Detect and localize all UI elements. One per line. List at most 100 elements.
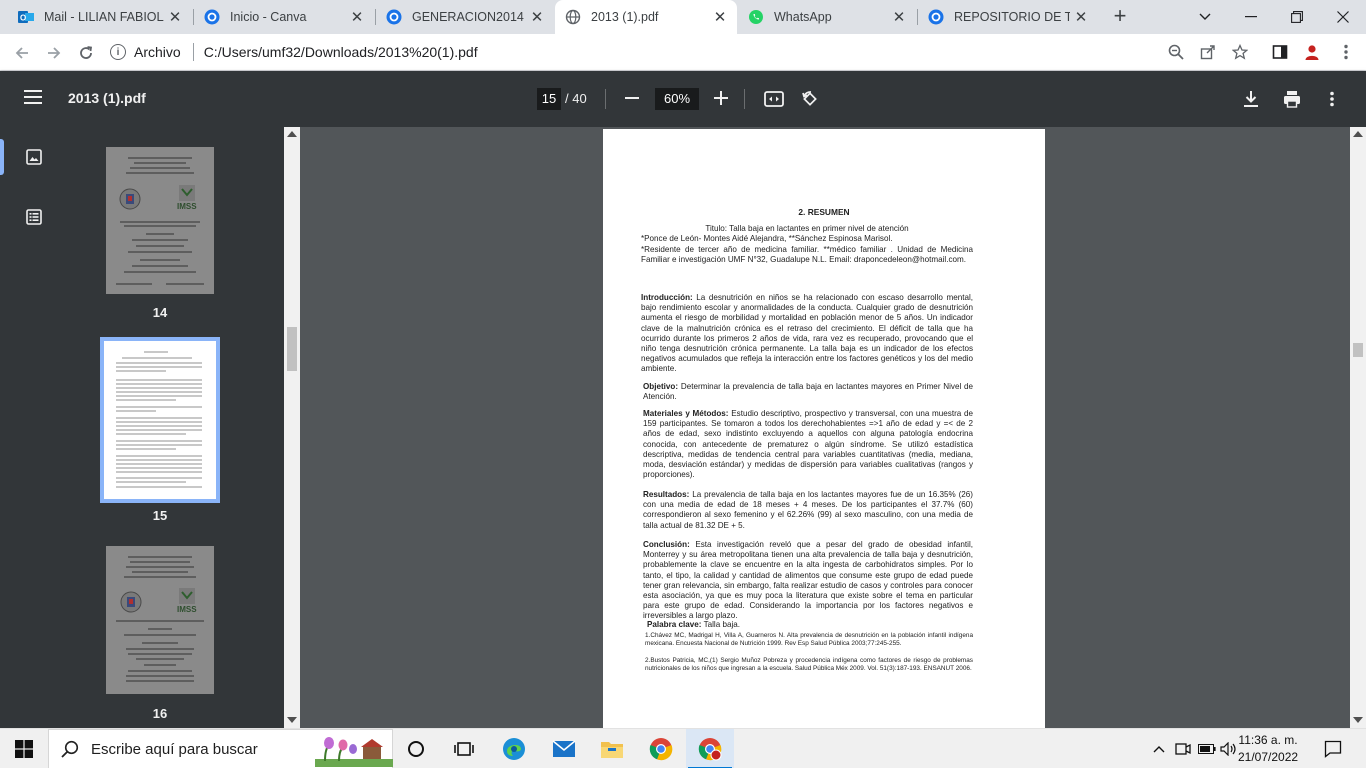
doc-title-line: Titulo: Talla baja en lactantes en prime… xyxy=(705,224,909,233)
zoom-level-input[interactable]: 60% xyxy=(655,88,699,110)
tab-canva-home[interactable]: Inicio - Canva ✕ xyxy=(194,0,374,34)
clock-date: 21/07/2022 xyxy=(1238,750,1299,764)
close-tab-icon[interactable]: ✕ xyxy=(164,8,186,26)
tab-generacion[interactable]: GENERACION2014 Y P ✕ xyxy=(376,0,554,34)
close-tab-icon[interactable]: ✕ xyxy=(526,8,548,26)
doc-affiliation: *Residente de tercer año de medicina fam… xyxy=(641,245,973,265)
more-options-icon[interactable] xyxy=(1322,89,1342,109)
canva-icon xyxy=(386,9,402,25)
tab-mail[interactable]: O Mail - LILIAN FABIOLA ✕ xyxy=(8,0,192,34)
meet-now-icon[interactable] xyxy=(1174,739,1192,759)
url-text[interactable]: C:/Users/umf32/Downloads/2013%20(1).pdf xyxy=(204,44,478,60)
section-label: Introducción: xyxy=(641,293,693,302)
scroll-up-icon[interactable] xyxy=(287,131,297,137)
tab-repositorio[interactable]: REPOSITORIO DE TESI ✕ xyxy=(918,0,1098,34)
system-clock[interactable]: 11:36 a. m. 21/07/2022 xyxy=(1238,732,1298,766)
scroll-down-icon[interactable] xyxy=(287,717,297,723)
mail-icon xyxy=(552,740,576,757)
sidebar-scroll-thumb[interactable] xyxy=(287,327,297,371)
screen: O Mail - LILIAN FABIOLA ✕ Inicio - Canva… xyxy=(0,0,1366,768)
omnibox[interactable]: i Archivo C:/Users/umf32/Downloads/2013%… xyxy=(110,37,1190,67)
mail-app[interactable] xyxy=(540,729,588,768)
plus-icon xyxy=(714,91,728,105)
section-label: Objetivo: xyxy=(643,382,679,391)
page-number-input[interactable]: 15 xyxy=(537,88,561,110)
close-tab-icon[interactable]: ✕ xyxy=(888,8,910,26)
search-icon xyxy=(61,740,79,758)
folder-icon xyxy=(601,742,623,758)
tab-search-button[interactable] xyxy=(1182,0,1228,34)
section-text: La prevalencia de talla baja en los lact… xyxy=(643,490,973,530)
tab-strip: O Mail - LILIAN FABIOLA ✕ Inicio - Canva… xyxy=(0,0,1366,34)
scroll-down-icon[interactable] xyxy=(1353,717,1363,723)
taskbar-search-box[interactable]: Escribe aquí para buscar xyxy=(48,729,393,768)
page-thumbnail-14[interactable]: IMSS xyxy=(106,147,214,294)
windows-logo-icon xyxy=(15,740,33,758)
globe-icon xyxy=(565,9,581,25)
address-bar: i Archivo C:/Users/umf32/Downloads/2013%… xyxy=(0,34,1366,71)
tab-title: REPOSITORIO DE TESI xyxy=(954,10,1070,24)
close-window-button[interactable] xyxy=(1320,0,1366,34)
close-icon xyxy=(1337,11,1349,23)
canva-icon xyxy=(204,9,220,25)
fit-to-page-icon[interactable] xyxy=(764,89,784,109)
browser-menu-icon[interactable] xyxy=(1336,42,1356,62)
download-icon[interactable] xyxy=(1241,89,1261,109)
battery-icon[interactable] xyxy=(1198,739,1216,759)
info-icon[interactable]: i xyxy=(110,44,126,60)
tab-whatsapp[interactable]: WhatsApp ✕ xyxy=(738,0,916,34)
sidebar-scrollbar[interactable] xyxy=(284,127,300,728)
close-tab-icon[interactable]: ✕ xyxy=(709,8,731,26)
tray-overflow-chevron-icon[interactable] xyxy=(1150,739,1168,759)
tab-title: GENERACION2014 Y P xyxy=(412,10,526,24)
doc-authors: *Ponce de León- Montes Aidé Alejandra, *… xyxy=(641,234,893,243)
volume-icon[interactable] xyxy=(1220,739,1238,759)
share-icon[interactable] xyxy=(1198,42,1218,62)
forward-button[interactable] xyxy=(40,39,68,67)
close-tab-icon[interactable]: ✕ xyxy=(346,8,368,26)
scroll-up-icon[interactable] xyxy=(1353,131,1363,137)
task-view-button[interactable] xyxy=(440,729,488,768)
minimize-button[interactable] xyxy=(1228,0,1274,34)
thumbnail-sidebar: IMSS 14 15 IMSS 16 xyxy=(0,127,284,728)
page-thumbnail-16[interactable]: IMSS xyxy=(106,546,214,694)
restore-icon xyxy=(1291,11,1303,23)
tab-title: WhatsApp xyxy=(774,10,832,24)
section-text: La desnutrición en niños se ha relaciona… xyxy=(641,293,973,374)
chrome-app[interactable] xyxy=(637,729,685,768)
tab-pdf-active[interactable]: 2013 (1).pdf ✕ xyxy=(555,0,737,34)
edge-icon xyxy=(503,738,525,760)
zoom-out-button[interactable] xyxy=(619,85,645,111)
pdf-viewer[interactable]: 2. RESUMEN Titulo: Talla baja en lactant… xyxy=(300,127,1350,728)
outline-view-button[interactable] xyxy=(22,205,46,229)
hamburger-menu-icon[interactable] xyxy=(24,90,42,104)
start-button[interactable] xyxy=(0,729,48,768)
university-seal-icon xyxy=(120,591,142,613)
svg-text:IMSS: IMSS xyxy=(177,605,197,614)
rotate-icon[interactable] xyxy=(800,89,820,109)
file-explorer-app[interactable] xyxy=(588,729,636,768)
zoom-in-button[interactable] xyxy=(708,85,734,111)
thumbnails-view-button[interactable] xyxy=(22,145,46,169)
edge-app[interactable] xyxy=(490,729,538,768)
bookmark-star-icon[interactable] xyxy=(1230,42,1250,62)
close-tab-icon[interactable]: ✕ xyxy=(1070,8,1092,26)
section-label: Materiales y Métodos: xyxy=(643,409,729,418)
viewer-scrollbar[interactable] xyxy=(1350,127,1366,728)
page-thumbnail-15-selected[interactable] xyxy=(100,337,220,503)
doc-conclusion: Conclusión: Esta investigación reveló qu… xyxy=(643,540,973,622)
side-panel-icon[interactable] xyxy=(1270,42,1290,62)
reload-button[interactable] xyxy=(72,39,100,67)
viewer-scroll-thumb[interactable] xyxy=(1353,343,1363,357)
outline-list-icon xyxy=(26,209,42,225)
print-icon[interactable] xyxy=(1282,89,1302,109)
profile-avatar[interactable] xyxy=(1302,42,1322,62)
restore-button[interactable] xyxy=(1274,0,1320,34)
back-button[interactable] xyxy=(8,39,36,67)
new-tab-button[interactable]: + xyxy=(1108,5,1132,29)
chevron-down-icon xyxy=(1199,13,1211,20)
chrome-profile-app-active[interactable] xyxy=(686,729,734,768)
cortana-button[interactable] xyxy=(392,729,440,768)
zoom-icon[interactable] xyxy=(1166,42,1186,62)
notifications-icon[interactable] xyxy=(1324,739,1342,759)
